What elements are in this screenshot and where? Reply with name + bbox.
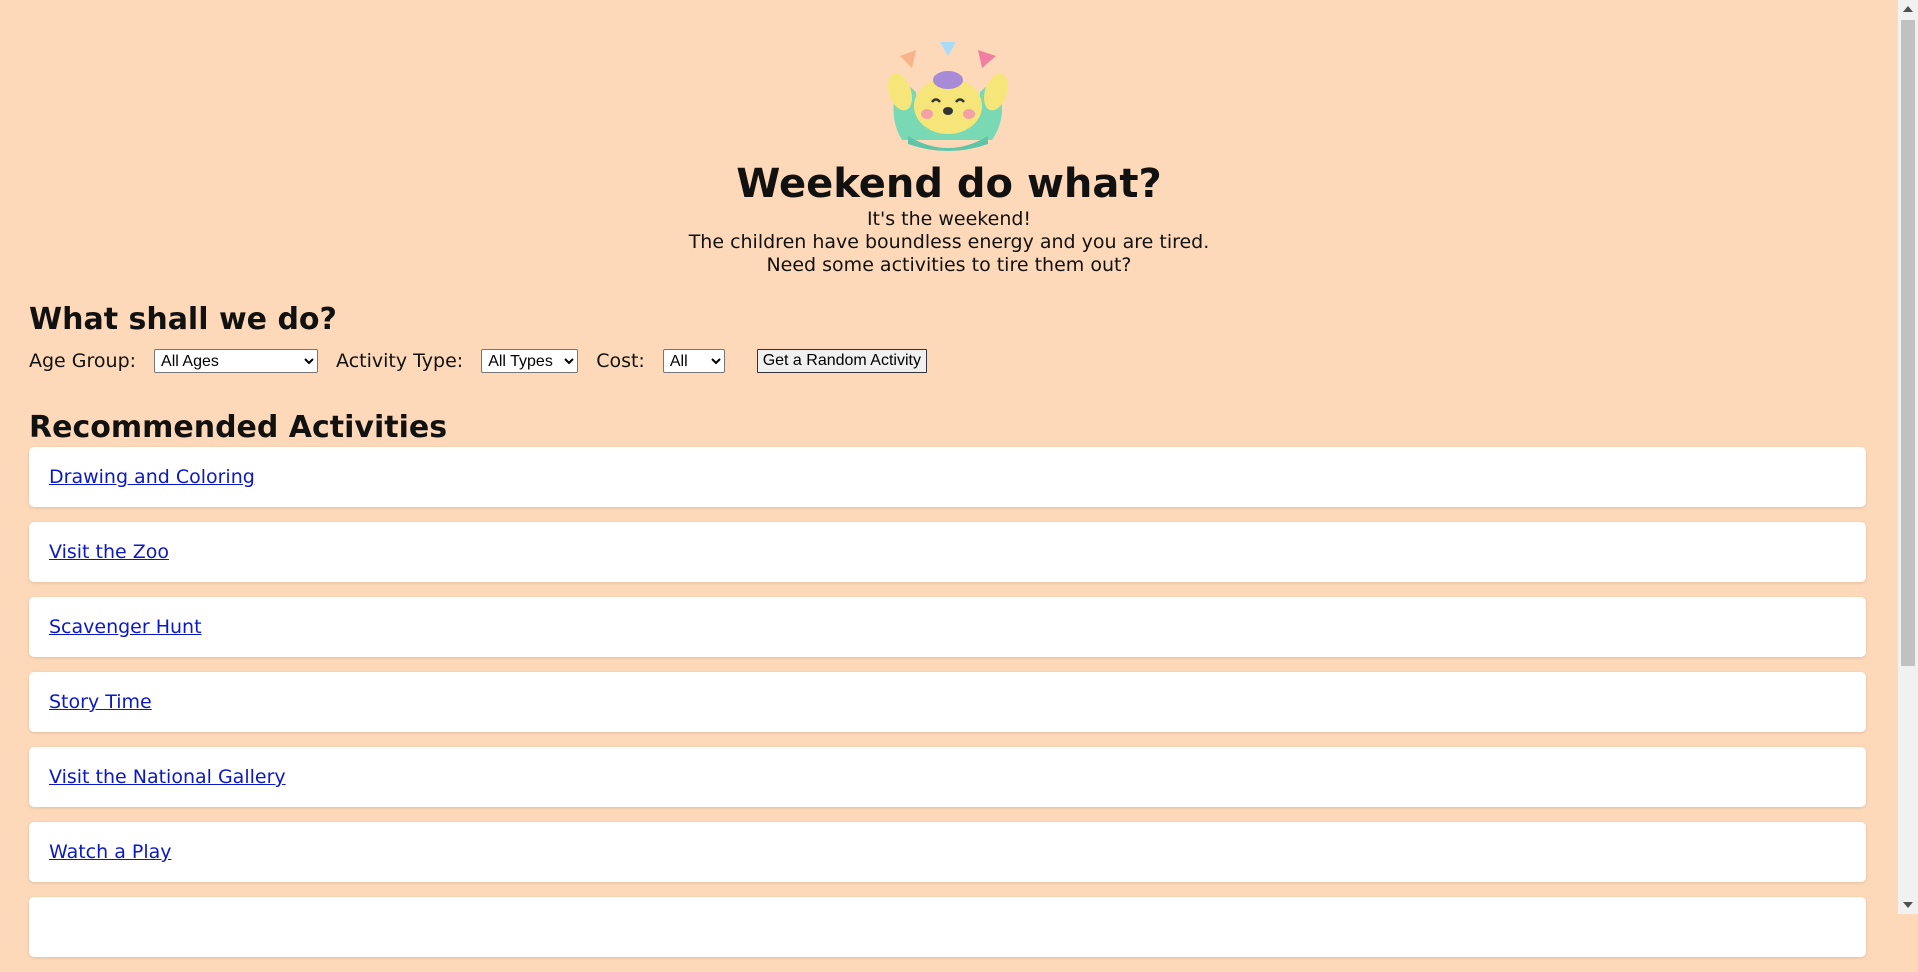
activity-list: Drawing and Coloring Visit the Zoo Scave… [29, 447, 1866, 972]
recommended-heading: Recommended Activities [29, 410, 448, 445]
scroll-up-arrow-icon[interactable] [1903, 6, 1913, 12]
mascot-logo-icon [888, 42, 1008, 151]
tagline-line-1: It's the weekend! [866, 208, 1032, 230]
tagline: It's the weekend! The children have boun… [0, 208, 1898, 277]
cost-select[interactable]: All [662, 349, 725, 373]
activity-link[interactable]: Drawing and Coloring [49, 466, 255, 488]
activity-card: Scavenger Hunt [29, 597, 1866, 657]
activity-link[interactable]: Visit the Zoo [49, 541, 169, 563]
activity-card: Watch a Play [29, 822, 1866, 882]
vertical-scrollbar[interactable] [1897, 0, 1918, 914]
activity-card [29, 897, 1866, 957]
filters-heading: What shall we do? [29, 302, 337, 337]
activity-type-select[interactable]: All Types [481, 349, 579, 373]
activity-link[interactable]: Scavenger Hunt [49, 616, 202, 638]
filter-bar: Age Group: All Ages Activity Type: All T… [29, 348, 927, 374]
random-activity-button[interactable]: Get a Random Activity [756, 349, 927, 373]
scrollbar-thumb[interactable] [1901, 20, 1915, 666]
page: Weekend do what? It's the weekend! The c… [0, 0, 1898, 957]
age-group-select[interactable]: All Ages [154, 349, 319, 373]
scroll-down-arrow-icon[interactable] [1903, 902, 1913, 908]
activity-card: Story Time [29, 672, 1866, 732]
tagline-line-3: Need some activities to tire them out? [766, 254, 1132, 276]
tagline-line-2: The children have boundless energy and y… [688, 231, 1210, 253]
activity-link[interactable]: Story Time [49, 691, 152, 713]
activity-card: Visit the National Gallery [29, 747, 1866, 807]
activity-type-label: Activity Type: [336, 350, 464, 372]
activity-link[interactable]: Visit the National Gallery [49, 766, 286, 788]
cost-label: Cost: [596, 350, 645, 372]
activity-link[interactable]: Watch a Play [49, 841, 172, 863]
activity-card: Drawing and Coloring [29, 447, 1866, 507]
age-group-label: Age Group: [29, 350, 137, 372]
site-title: Weekend do what? [736, 161, 1162, 207]
activity-card: Visit the Zoo [29, 522, 1866, 582]
